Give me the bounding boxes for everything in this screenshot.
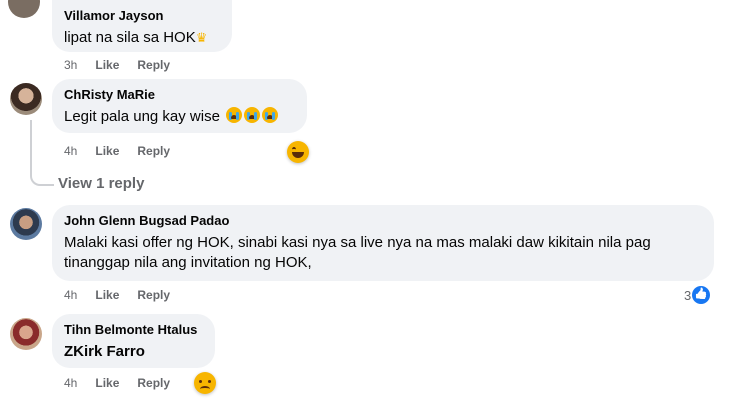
comment-text-line: Malaki kasi offer ng HOK, sinabi kasi ny… <box>64 234 651 251</box>
avatar[interactable] <box>10 318 42 350</box>
comment-text-line: tinanggap nila ang invitation ng HOK, <box>64 254 312 271</box>
avatar[interactable] <box>10 208 42 240</box>
avatar[interactable] <box>8 0 40 18</box>
view-replies-link[interactable]: View 1 reply <box>58 175 144 192</box>
comment-text-content: Legit pala ung kay wise <box>64 108 220 125</box>
comment-bubble: Villamor Jayson lipat na sila sa HOK♛ <box>52 0 232 52</box>
crying-emoji-icon <box>244 107 261 123</box>
comment-time[interactable]: 4h <box>64 144 77 158</box>
comment-text: lipat na sila sa HOK♛ <box>64 28 220 48</box>
comment-actions: 4h Like Reply <box>64 144 188 158</box>
comment-author[interactable]: John Glenn Bugsad Padao <box>64 213 702 229</box>
like-button[interactable]: Like <box>95 58 119 72</box>
comment-text-content: lipat na sila sa HOK <box>64 29 196 46</box>
comment-time[interactable]: 4h <box>64 376 77 390</box>
comment-bubble: ChRisty MaRie Legit pala ung kay wise <box>52 79 307 133</box>
reply-button[interactable]: Reply <box>137 288 170 302</box>
comment-bubble: Tihn Belmonte Htalus ZKirk Farro <box>52 314 215 368</box>
reply-button[interactable]: Reply <box>137 376 170 390</box>
comment-author[interactable]: ChRisty MaRie <box>64 87 295 103</box>
sad-reaction-icon[interactable] <box>194 372 216 394</box>
comment-actions: 4h Like Reply <box>64 288 188 302</box>
comment-actions: 3h Like Reply <box>64 58 188 72</box>
like-button[interactable]: Like <box>95 288 119 302</box>
comment-bubble: John Glenn Bugsad Padao Malaki kasi offe… <box>52 205 714 281</box>
like-button[interactable]: Like <box>95 144 119 158</box>
comment-text: ZKirk Farro <box>64 343 145 360</box>
like-button[interactable]: Like <box>95 376 119 390</box>
comment-text: Legit pala ung kay wise <box>64 107 295 127</box>
comment-author[interactable]: Villamor Jayson <box>64 8 220 24</box>
comment-actions: 4h Like Reply <box>64 376 188 390</box>
haha-reaction-icon[interactable] <box>287 141 309 163</box>
reaction-count-number: 3 <box>684 287 692 303</box>
comment-time[interactable]: 4h <box>64 288 77 302</box>
comment-author[interactable]: Tihn Belmonte Htalus <box>64 322 203 338</box>
reply-thread-line <box>30 120 54 186</box>
like-reaction-icon <box>692 286 711 304</box>
reply-button[interactable]: Reply <box>137 144 170 158</box>
crying-emoji-icon <box>226 107 243 123</box>
crying-emoji-icon <box>262 107 279 123</box>
comment-time[interactable]: 3h <box>64 58 77 72</box>
crown-emoji-icon: ♛ <box>195 30 208 45</box>
reaction-count[interactable]: 3 <box>684 286 711 304</box>
avatar[interactable] <box>10 83 42 115</box>
reply-button[interactable]: Reply <box>137 58 170 72</box>
